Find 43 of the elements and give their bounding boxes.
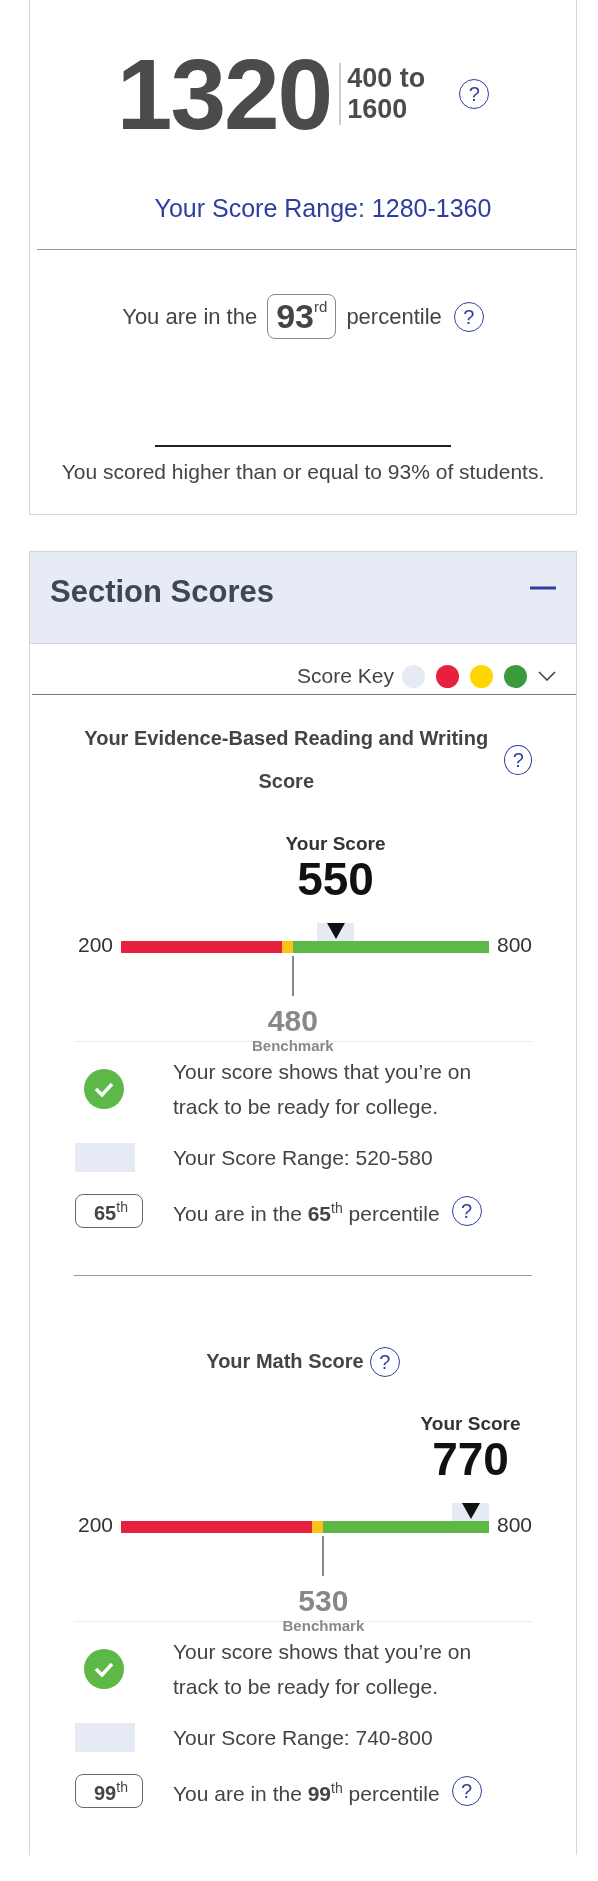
scale-min: 200 [78,1513,114,1537]
percentile-text: You are in the 99$^{th}$ percentile [173,1779,440,1807]
help-button[interactable]: ? [504,745,532,775]
percentile-badge: 65$^{th}$ [75,1193,143,1229]
score-range: Your Score Range: 1280-1360 [153,194,493,223]
section-score-title: Your Math Score [206,1349,364,1374]
section-score: 550 [297,855,374,904]
section-header[interactable]: Section Scores [30,552,576,644]
section-title: Section Scores [50,574,274,610]
section-score-title: Your Evidence-Based Reading and Writing Score [83,726,490,794]
benchmark-label: Benchmark [282,1617,365,1634]
your-score-label: Your Score [420,1413,521,1435]
section-score: 770 [432,1435,509,1484]
help-button[interactable]: ? [453,301,484,332]
near-benchmark-segment [281,941,293,953]
status-text: Your score shows that you’re on track to be ready for college. [173,1639,473,1700]
chevron-down-icon[interactable] [538,671,556,681]
help-button[interactable]: ? [451,1196,482,1226]
scale-max: 800 [496,1513,532,1537]
percentile-note: You scored higher than or equal to 93% of students. [60,460,546,484]
score-scale: 400 to 1600 [339,62,438,126]
score-key-label: Score Key [297,664,394,688]
scale-max: 800 [496,933,532,957]
percentile-text: You are in the 65$^{th}$ percentile [173,1199,440,1227]
your-score-label: Your Score [285,833,386,855]
scale-min: 200 [78,933,114,957]
score-range-swatch [75,1723,135,1752]
help-button[interactable]: ? [451,1776,482,1806]
benchmark-score: 530 [298,1584,349,1617]
near-benchmark-segment [312,1521,324,1533]
benchmark-label: Benchmark [252,1037,334,1054]
percentile-badge: 99$^{th}$ [75,1773,143,1809]
total-score: 1320 [116,44,332,144]
percentile-label: You are in the [122,303,258,330]
benchmark-score: 480 [267,1004,318,1037]
percentile-badge: 93$^{rd}$ [267,294,337,339]
help-button[interactable]: ? [459,79,490,109]
score-range-swatch [75,1143,135,1172]
section-score-range: Your Score Range: 740-800 [173,1725,433,1751]
status-text: Your score shows that you’re on track to be ready for college. [173,1059,473,1120]
help-button[interactable]: ? [369,1346,400,1377]
section-score-range: Your Score Range: 520-580 [173,1145,433,1171]
percentile-label: percentile [346,303,442,330]
